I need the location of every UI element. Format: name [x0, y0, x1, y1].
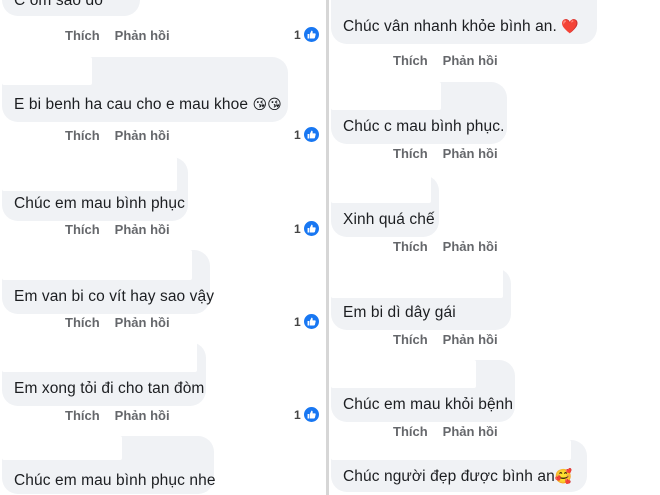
comment-text-content: Chúc vân nhanh khỏe bình an.	[343, 18, 557, 35]
like-link[interactable]: Thích	[65, 128, 100, 143]
comment-bubble: C ôm sao đó	[2, 0, 140, 16]
comment-bubble: Chúc em mau bình phục nhe	[2, 436, 216, 494]
comment-actions: Thích Phản hồi	[393, 146, 498, 161]
reaction-number: 1	[294, 27, 301, 42]
redacted-name	[331, 175, 431, 203]
like-link[interactable]: Thích	[393, 53, 428, 68]
comment-actions: Thích Phản hồi	[65, 222, 170, 237]
comment-text: C ôm sao đó	[14, 0, 103, 9]
comment-text: Chúc người đẹp được bình an🥰	[343, 468, 572, 486]
right-comment-column: Chúc vân nhanh khỏe bình an. ❤️ Thích Phả…	[329, 0, 660, 495]
comment-text: Chúc em mau khỏi bệnh	[343, 396, 514, 413]
reaction-count[interactable]: 1	[294, 314, 319, 329]
reply-link[interactable]: Phản hồi	[443, 332, 498, 347]
comment-text-content: E bi benh ha cau cho e mau khoe	[14, 96, 249, 113]
heart-emoji: ❤️	[561, 18, 579, 34]
redacted-name	[2, 250, 192, 280]
comment-actions: Thích Phản hồi	[393, 53, 498, 68]
comment-bubble: Em bi dì dây gái	[331, 268, 511, 330]
like-link[interactable]: Thích	[65, 408, 100, 423]
reaction-count[interactable]: 1	[294, 127, 319, 142]
comment-bubble: Chúc em mau bình phục	[2, 157, 188, 221]
comment-bubble: Chúc người đẹp được bình an🥰	[331, 440, 587, 492]
thumbs-up-icon	[303, 407, 319, 422]
comment-bubble: Chúc c mau bình phục.	[331, 82, 507, 144]
comment-text: Em xong tỏi đi cho tan đòm	[14, 380, 205, 397]
redacted-name	[331, 440, 571, 460]
reaction-number: 1	[294, 407, 301, 422]
thumbs-up-icon	[303, 221, 319, 236]
reply-link[interactable]: Phản hồi	[115, 408, 170, 423]
like-link[interactable]: Thích	[393, 239, 428, 254]
reply-link[interactable]: Phản hồi	[115, 222, 170, 237]
comment-bubble: Em van bi co vít hay sao vậy	[2, 250, 214, 314]
comment-text: Chúc em mau bình phục	[14, 195, 185, 212]
comment-text: Em bi dì dây gái	[343, 304, 456, 321]
reaction-number: 1	[294, 314, 301, 329]
comment-bubble: Em xong tỏi đi cho tan đòm	[2, 342, 206, 406]
comment-actions: Thích Phản hồi	[65, 315, 170, 330]
reply-link[interactable]: Phản hồi	[443, 53, 498, 68]
reply-link[interactable]: Phản hồi	[115, 128, 170, 143]
thumbs-up-icon	[303, 314, 319, 329]
reply-link[interactable]: Phản hồi	[443, 146, 498, 161]
comment-bubble: E bi benh ha cau cho e mau khoe 😘😘	[2, 57, 288, 122]
redacted-name	[331, 360, 476, 388]
comment-bubble: Xinh quá chế	[331, 175, 439, 237]
like-link[interactable]: Thích	[393, 332, 428, 347]
comment-actions: Thích Phản hồi	[65, 128, 170, 143]
reaction-count[interactable]: 1	[294, 407, 319, 422]
reaction-count[interactable]: 1	[294, 221, 319, 236]
redacted-name	[2, 436, 122, 460]
redacted-name	[331, 82, 441, 110]
comment-actions: Thích Phản hồi	[393, 332, 498, 347]
left-comment-column: C ôm sao đó Thích Phản hồi 1 E bi benh ha…	[0, 0, 325, 495]
comment-text: Chúc em mau bình phục nhe	[14, 472, 216, 489]
like-link[interactable]: Thích	[65, 222, 100, 237]
comment-text: Chúc c mau bình phục.	[343, 118, 505, 135]
reaction-number: 1	[294, 221, 301, 236]
redacted-name	[331, 268, 503, 298]
comment-actions: Thích Phản hồi	[65, 28, 170, 43]
comment-text: Em van bi co vít hay sao vậy	[14, 288, 215, 305]
like-link[interactable]: Thích	[65, 28, 100, 43]
comment-text-content: Chúc người đẹp được bình an	[343, 468, 555, 485]
like-link[interactable]: Thích	[65, 315, 100, 330]
reply-link[interactable]: Phản hồi	[443, 424, 498, 439]
comment-text: Xinh quá chế	[343, 211, 435, 228]
redacted-name	[2, 157, 177, 191]
reaction-count[interactable]: 1	[294, 27, 319, 42]
comment-bubble: Chúc em mau khỏi bệnh	[331, 360, 515, 422]
redacted-name	[2, 57, 92, 85]
thumbs-up-icon	[303, 27, 319, 42]
like-link[interactable]: Thích	[393, 146, 428, 161]
reply-link[interactable]: Phản hồi	[443, 239, 498, 254]
thumbs-up-icon	[303, 127, 319, 142]
reaction-number: 1	[294, 127, 301, 142]
comment-bubble: Chúc vân nhanh khỏe bình an. ❤️	[331, 0, 597, 44]
like-link[interactable]: Thích	[393, 424, 428, 439]
comment-actions: Thích Phản hồi	[65, 408, 170, 423]
redacted-name	[2, 342, 197, 372]
smiling-hearts-emoji: 🥰	[554, 468, 573, 484]
reply-link[interactable]: Phản hồi	[115, 28, 170, 43]
reply-link[interactable]: Phản hồi	[115, 315, 170, 330]
comment-actions: Thích Phản hồi	[393, 424, 498, 439]
kiss-emoji: 😘😘	[252, 96, 282, 112]
comment-text: E bi benh ha cau cho e mau khoe 😘😘	[14, 96, 282, 114]
comment-actions: Thích Phản hồi	[393, 239, 498, 254]
comment-text: Chúc vân nhanh khỏe bình an. ❤️	[343, 18, 579, 36]
